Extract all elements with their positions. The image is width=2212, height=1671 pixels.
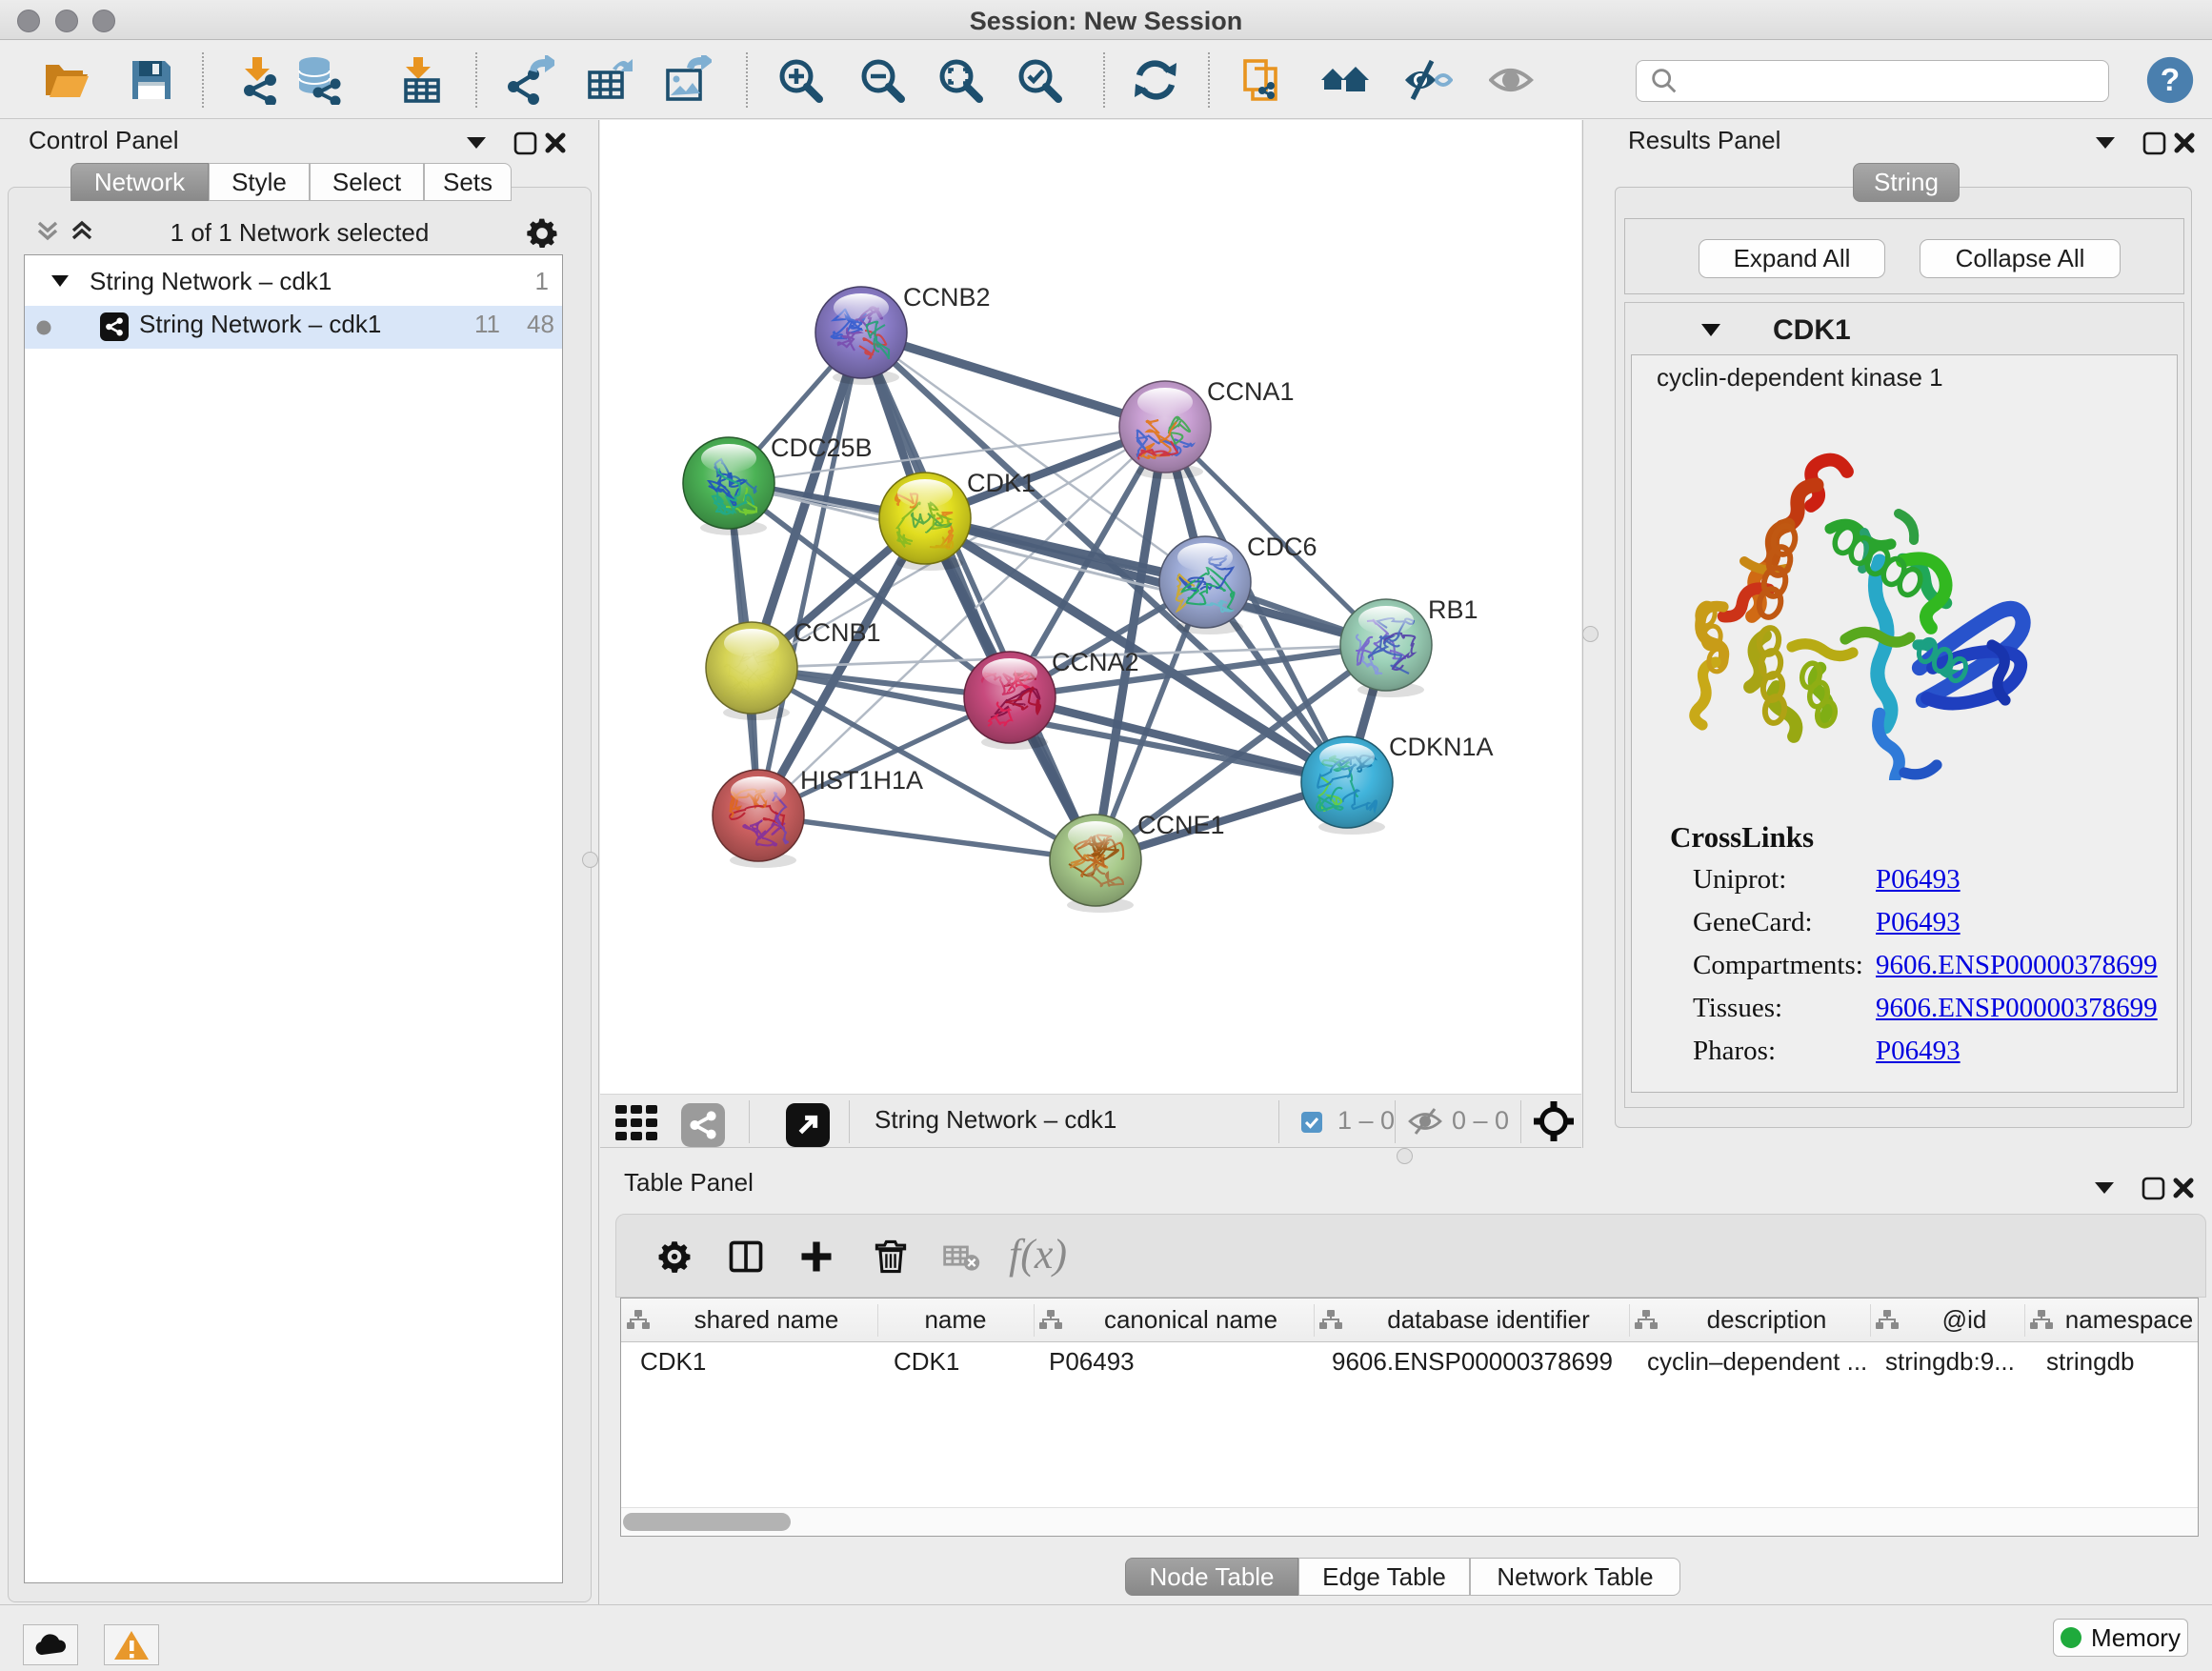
svg-text:?: ? [2161, 63, 2180, 98]
svg-text:CCNE1: CCNE1 [1137, 811, 1225, 839]
svg-text:CCNB2: CCNB2 [903, 283, 991, 312]
svg-text:CCNA2: CCNA2 [1052, 648, 1139, 676]
svg-text:CDC25B: CDC25B [771, 433, 873, 462]
svg-text:CCNB1: CCNB1 [794, 618, 881, 647]
svg-text:HIST1H1A: HIST1H1A [800, 766, 923, 795]
svg-text:CDKN1A: CDKN1A [1389, 733, 1494, 761]
svg-text:RB1: RB1 [1428, 595, 1478, 624]
svg-text:CCNA1: CCNA1 [1207, 377, 1295, 406]
svg-text:CDK1: CDK1 [967, 469, 1036, 497]
svg-text:CDC6: CDC6 [1247, 533, 1317, 561]
